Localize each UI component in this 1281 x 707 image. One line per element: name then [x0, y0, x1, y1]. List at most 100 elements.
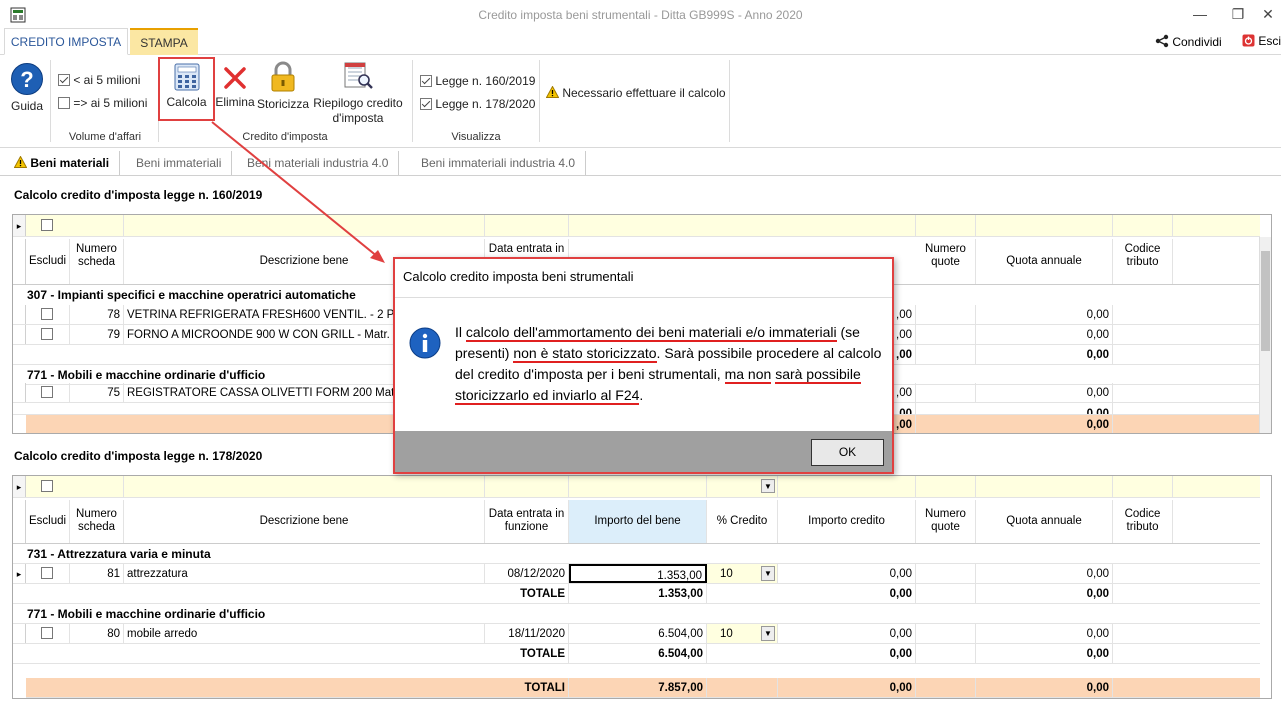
minimize-button[interactable]: — — [1180, 2, 1220, 26]
col-data-label-1: Data entrata in — [488, 508, 565, 520]
group-volume-label: Volume d'affari — [68, 131, 142, 143]
vertical-scrollbar[interactable] — [1259, 237, 1271, 433]
grand-total-row: TOTALI 7.857,00 0,00 0,00 — [26, 678, 1260, 698]
elimina-button[interactable]: Elimina — [215, 65, 255, 109]
col-scheda-label: scheda — [77, 521, 116, 533]
subtotal-quota: 0,00 — [976, 584, 1113, 603]
cell-numero: 81 — [70, 564, 124, 583]
condividi-button[interactable]: Condividi — [1155, 34, 1222, 49]
subtotal-importo: 1.353,00 — [569, 584, 707, 603]
subtotal-quota: 0,00 — [976, 644, 1113, 663]
table-row[interactable]: ▸ 81 attrezzatura 08/12/2020 1.353,00 10… — [13, 564, 1260, 584]
tab-stampa[interactable]: STAMPA — [130, 28, 198, 55]
col-quote-label: quote — [931, 256, 960, 268]
tab-credito-imposta[interactable]: CREDITO IMPOSTA — [4, 28, 128, 55]
msg-part: Il — [455, 324, 466, 340]
cell-quota: 0,00 — [976, 383, 1113, 402]
cell-perc-credito[interactable]: 10 ▼ — [707, 624, 778, 643]
cell-data: 08/12/2020 — [485, 564, 569, 583]
col-tributo-label: tributo — [1126, 256, 1159, 268]
calcola-button[interactable]: Calcola — [158, 57, 215, 121]
filter-checkbox[interactable] — [41, 219, 53, 231]
riepilogo-label-2: d'imposta — [332, 111, 384, 125]
section-tabs: Beni materiali Beni immateriali Beni mat… — [0, 151, 1281, 176]
checkbox-legge-160[interactable] — [420, 75, 432, 87]
filter-row: ▸ — [13, 215, 1260, 237]
col-codice-label: Codice — [1124, 508, 1161, 520]
col-numquote-label: Numero — [925, 243, 966, 255]
storicizza-button[interactable]: Storicizza — [256, 61, 310, 111]
tab-beni-materiali[interactable]: Beni materiali — [4, 151, 121, 175]
option-under-5m-label: < ai 5 milioni — [73, 73, 141, 87]
group-credito-label: Credito d'imposta — [242, 131, 328, 143]
col-numero-label: Numero — [76, 243, 117, 255]
close-button[interactable]: ✕ — [1248, 2, 1281, 26]
col-importo-credito[interactable]: Importo credito — [778, 500, 916, 543]
col-data-label-2: funzione — [504, 521, 549, 533]
perc-value: 10 — [720, 568, 733, 580]
col-numero-scheda[interactable]: Numero scheda — [70, 500, 124, 543]
subtotal-quota: 0,00 — [976, 403, 1113, 414]
row-checkbox[interactable] — [41, 627, 53, 639]
option-legge-178[interactable]: Legge n. 178/2020 — [420, 97, 535, 111]
esci-button[interactable]: Esci — [1242, 34, 1281, 48]
cell-numero: 78 — [70, 305, 124, 324]
storicizza-label: Storicizza — [256, 97, 309, 111]
cell-perc-credito[interactable]: 10 ▼ — [707, 564, 778, 583]
cell-quota: 0,00 — [976, 325, 1113, 344]
checkbox-legge-178[interactable] — [420, 98, 432, 110]
chevron-down-icon[interactable]: ▼ — [761, 626, 775, 641]
grid1-title: Calcolo credito d'imposta legge n. 160/2… — [14, 188, 263, 202]
col-escludi[interactable]: Escludi — [26, 239, 70, 284]
ribbon-tabs: CREDITO IMPOSTA STAMPA Condividi Esci — [0, 28, 1281, 55]
elimina-label: Elimina — [215, 95, 255, 109]
row-checkbox[interactable] — [41, 386, 53, 398]
cell-descrizione: attrezzatura — [124, 564, 485, 583]
checkbox-under-5m[interactable] — [58, 74, 70, 86]
col-perc-credito[interactable]: % Credito — [707, 500, 778, 543]
cell-importo-bene[interactable]: 1.353,00 — [569, 564, 707, 583]
report-search-icon — [344, 62, 373, 89]
cell-quota: 0,00 — [976, 564, 1113, 583]
subtotal-label: TOTALE — [485, 584, 569, 603]
warning-icon — [545, 85, 560, 98]
lock-icon — [271, 61, 295, 92]
cell-importo-credito: 0,00 — [778, 624, 916, 643]
col-escludi[interactable]: Escludi — [26, 500, 70, 543]
col-numero-quote[interactable]: Numero quote — [916, 500, 976, 543]
col-codice-tributo[interactable]: Codice tributo — [1113, 239, 1173, 284]
col-importo-bene[interactable]: Importo del bene — [569, 500, 707, 543]
cell-data: 18/11/2020 — [485, 624, 569, 643]
tab-beni-immateriali-40[interactable]: Beni immateriali industria 4.0 — [411, 151, 587, 175]
row-checkbox[interactable] — [41, 328, 53, 340]
cell-importo-bene[interactable]: 6.504,00 — [569, 624, 707, 643]
riepilogo-label-1: Riepilogo credito — [313, 96, 403, 110]
checkbox-over-5m[interactable] — [58, 97, 70, 109]
row-checkbox[interactable] — [41, 308, 53, 320]
option-over-5m[interactable]: => ai 5 milioni — [58, 96, 147, 110]
filter-dropdown[interactable]: ▼ — [761, 479, 775, 493]
group-row: 731 - Attrezzatura varia e minuta — [13, 544, 1260, 564]
msg-underlined: ma non — [724, 366, 772, 384]
cell-numero: 79 — [70, 325, 124, 344]
col-data[interactable]: Data entrata in funzione — [485, 500, 569, 543]
table-row[interactable]: 80 mobile arredo 18/11/2020 6.504,00 10 ▼… — [13, 624, 1260, 644]
tab-beni-materiali-40[interactable]: Beni materiali industria 4.0 — [237, 151, 400, 175]
chevron-down-icon[interactable]: ▼ — [761, 566, 775, 581]
col-numero-scheda[interactable]: Numero scheda — [70, 239, 124, 284]
riepilogo-button[interactable]: Riepilogo credito d'imposta — [310, 60, 406, 126]
option-legge-160[interactable]: Legge n. 160/2019 — [420, 74, 535, 88]
col-quota-annuale[interactable]: Quota annuale — [976, 500, 1113, 543]
col-quota-annuale[interactable]: Quota annuale — [976, 239, 1113, 284]
subtotal-row: TOTALE 1.353,00 0,00 0,00 — [13, 584, 1260, 604]
option-under-5m[interactable]: < ai 5 milioni — [58, 73, 140, 87]
col-descrizione[interactable]: Descrizione bene — [124, 500, 485, 543]
filter-checkbox[interactable] — [41, 480, 53, 492]
scrollbar-thumb[interactable] — [1261, 251, 1270, 351]
row-checkbox[interactable] — [41, 567, 53, 579]
tab-beni-immateriali[interactable]: Beni immateriali — [126, 151, 233, 175]
col-numero-quote[interactable]: Numero quote — [916, 239, 976, 284]
ok-button[interactable]: OK — [811, 439, 884, 466]
guida-button[interactable]: ? Guida — [7, 62, 47, 113]
col-codice-tributo[interactable]: Codice tributo — [1113, 500, 1173, 543]
